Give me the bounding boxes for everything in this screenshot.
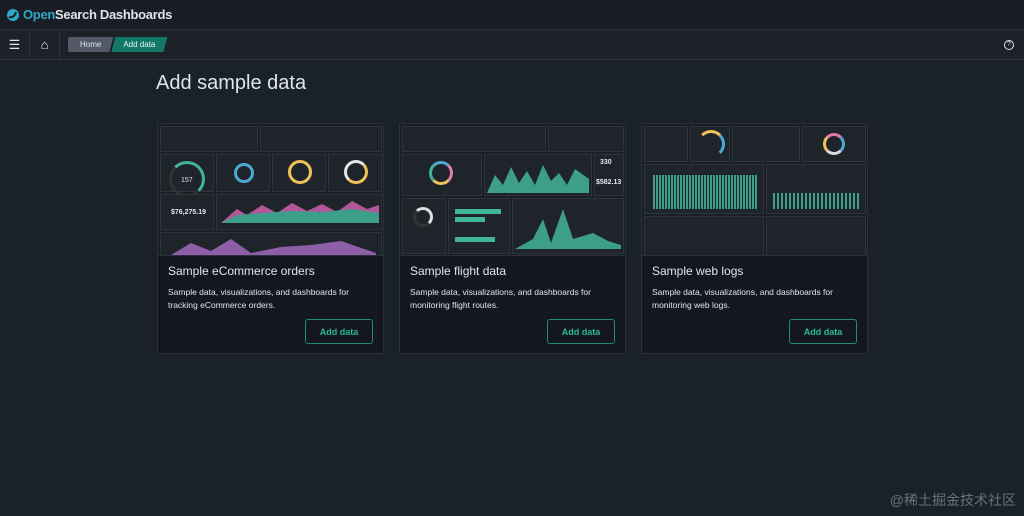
nav-bar: ☰ ⌂ Home Add data ? bbox=[0, 29, 1024, 60]
card-title: Sample flight data bbox=[410, 264, 507, 278]
flights-thumbnail: 330 $582.13 bbox=[400, 124, 625, 256]
ecommerce-thumbnail: 157 $76,275.19 bbox=[158, 124, 383, 256]
weblogs-thumbnail bbox=[642, 124, 867, 256]
breadcrumb-home[interactable]: Home bbox=[68, 37, 113, 52]
breadcrumb-add-data: Add data bbox=[111, 37, 167, 52]
metric-value: 330 bbox=[600, 159, 612, 166]
help-icon[interactable]: ? bbox=[1004, 39, 1014, 50]
card-description: Sample data, visualizations, and dashboa… bbox=[168, 287, 349, 310]
add-data-button[interactable]: Add data bbox=[789, 319, 857, 344]
gauge-value: 157 bbox=[181, 177, 193, 184]
add-data-button[interactable]: Add data bbox=[305, 319, 373, 344]
card-title: Sample eCommerce orders bbox=[168, 264, 315, 278]
watermark: @稀土掘金技术社区 bbox=[889, 492, 1016, 508]
logo[interactable]: Open Search Dashboards bbox=[6, 7, 172, 22]
page-title: Add sample data bbox=[156, 72, 307, 94]
card-description: Sample data, visualizations, and dashboa… bbox=[410, 287, 591, 310]
breadcrumb: Home Add data bbox=[68, 37, 167, 52]
header: Open Search Dashboards bbox=[0, 0, 1024, 30]
card-description: Sample data, visualizations, and dashboa… bbox=[652, 287, 833, 310]
card-flights: 330 $582.13 Sample flight data Sample dat… bbox=[399, 123, 626, 354]
opensearch-logo-icon bbox=[7, 8, 19, 21]
metric-value: $76,275.19 bbox=[171, 209, 207, 216]
card-weblogs: Sample web logs Sample data, visualizati… bbox=[641, 123, 868, 354]
app-title-open: Open bbox=[23, 7, 56, 22]
home-icon[interactable]: ⌂ bbox=[30, 29, 60, 60]
card-ecommerce: 157 $76,275.19 Sample eCommerce orders S… bbox=[157, 123, 384, 354]
hamburger-icon[interactable]: ☰ bbox=[0, 29, 30, 60]
metric-value: $582.13 bbox=[596, 179, 622, 186]
card-title: Sample web logs bbox=[652, 264, 744, 278]
add-data-button[interactable]: Add data bbox=[547, 319, 615, 344]
app-title: Search Dashboards bbox=[55, 7, 173, 22]
